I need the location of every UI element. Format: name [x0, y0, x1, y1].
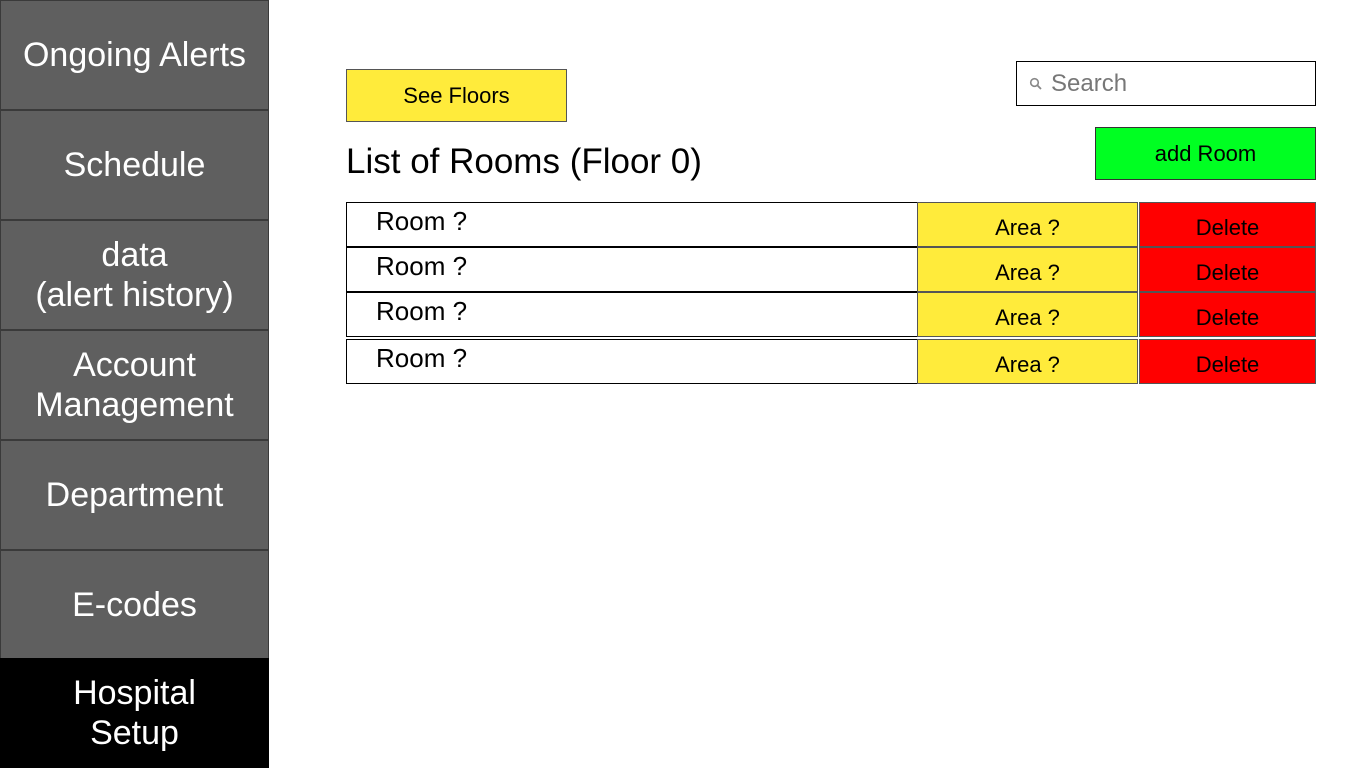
- sidebar-item-ongoing-alerts[interactable]: Ongoing Alerts: [0, 0, 269, 110]
- sidebar-item-e-codes[interactable]: E-codes: [0, 550, 269, 660]
- delete-button[interactable]: Delete: [1139, 202, 1316, 247]
- search-box[interactable]: [1016, 61, 1316, 106]
- table-row: Room ? Area ? Delete: [346, 202, 1316, 247]
- sidebar-item-label: E-codes: [72, 586, 197, 624]
- area-button[interactable]: Area ?: [917, 339, 1138, 384]
- sidebar: Ongoing Alerts Schedule data (alert hist…: [0, 0, 271, 768]
- sidebar-item-label: Management: [35, 386, 234, 424]
- room-name: Room ?: [346, 339, 918, 384]
- sidebar-item-label: data: [101, 236, 168, 274]
- area-button[interactable]: Area ?: [917, 202, 1138, 247]
- table-row: Room ? Area ? Delete: [346, 247, 1316, 292]
- delete-button[interactable]: Delete: [1139, 339, 1316, 384]
- area-button[interactable]: Area ?: [917, 292, 1138, 337]
- search-icon: [1025, 73, 1047, 95]
- room-name: Room ?: [346, 202, 918, 247]
- sidebar-item-label: Setup: [90, 714, 179, 752]
- page-title: List of Rooms (Floor 0): [346, 142, 702, 181]
- sidebar-item-label: Account: [73, 346, 196, 384]
- delete-button[interactable]: Delete: [1139, 292, 1316, 337]
- table-row: Room ? Area ? Delete: [346, 292, 1316, 337]
- area-button[interactable]: Area ?: [917, 247, 1138, 292]
- sidebar-item-label: Ongoing Alerts: [22, 36, 247, 74]
- table-row: Room ? Area ? Delete: [346, 339, 1316, 384]
- sidebar-item-label: (alert history): [35, 276, 234, 314]
- room-name: Room ?: [346, 247, 918, 292]
- sidebar-item-label: Department: [45, 476, 224, 514]
- sidebar-item-schedule[interactable]: Schedule: [0, 110, 269, 220]
- delete-button[interactable]: Delete: [1139, 247, 1316, 292]
- see-floors-button[interactable]: See Floors: [346, 69, 567, 122]
- sidebar-item-label: Hospital: [73, 674, 196, 712]
- add-room-button[interactable]: add Room: [1095, 127, 1316, 180]
- search-input[interactable]: [1051, 69, 1301, 98]
- room-name: Room ?: [346, 292, 918, 337]
- sidebar-item-label: Schedule: [63, 146, 206, 184]
- sidebar-item-data-alert-history[interactable]: data (alert history): [0, 220, 269, 330]
- sidebar-item-account-management[interactable]: Account Management: [0, 330, 269, 440]
- sidebar-item-department[interactable]: Department: [0, 440, 269, 550]
- sidebar-item-hospital-setup[interactable]: Hospital Setup: [0, 658, 269, 768]
